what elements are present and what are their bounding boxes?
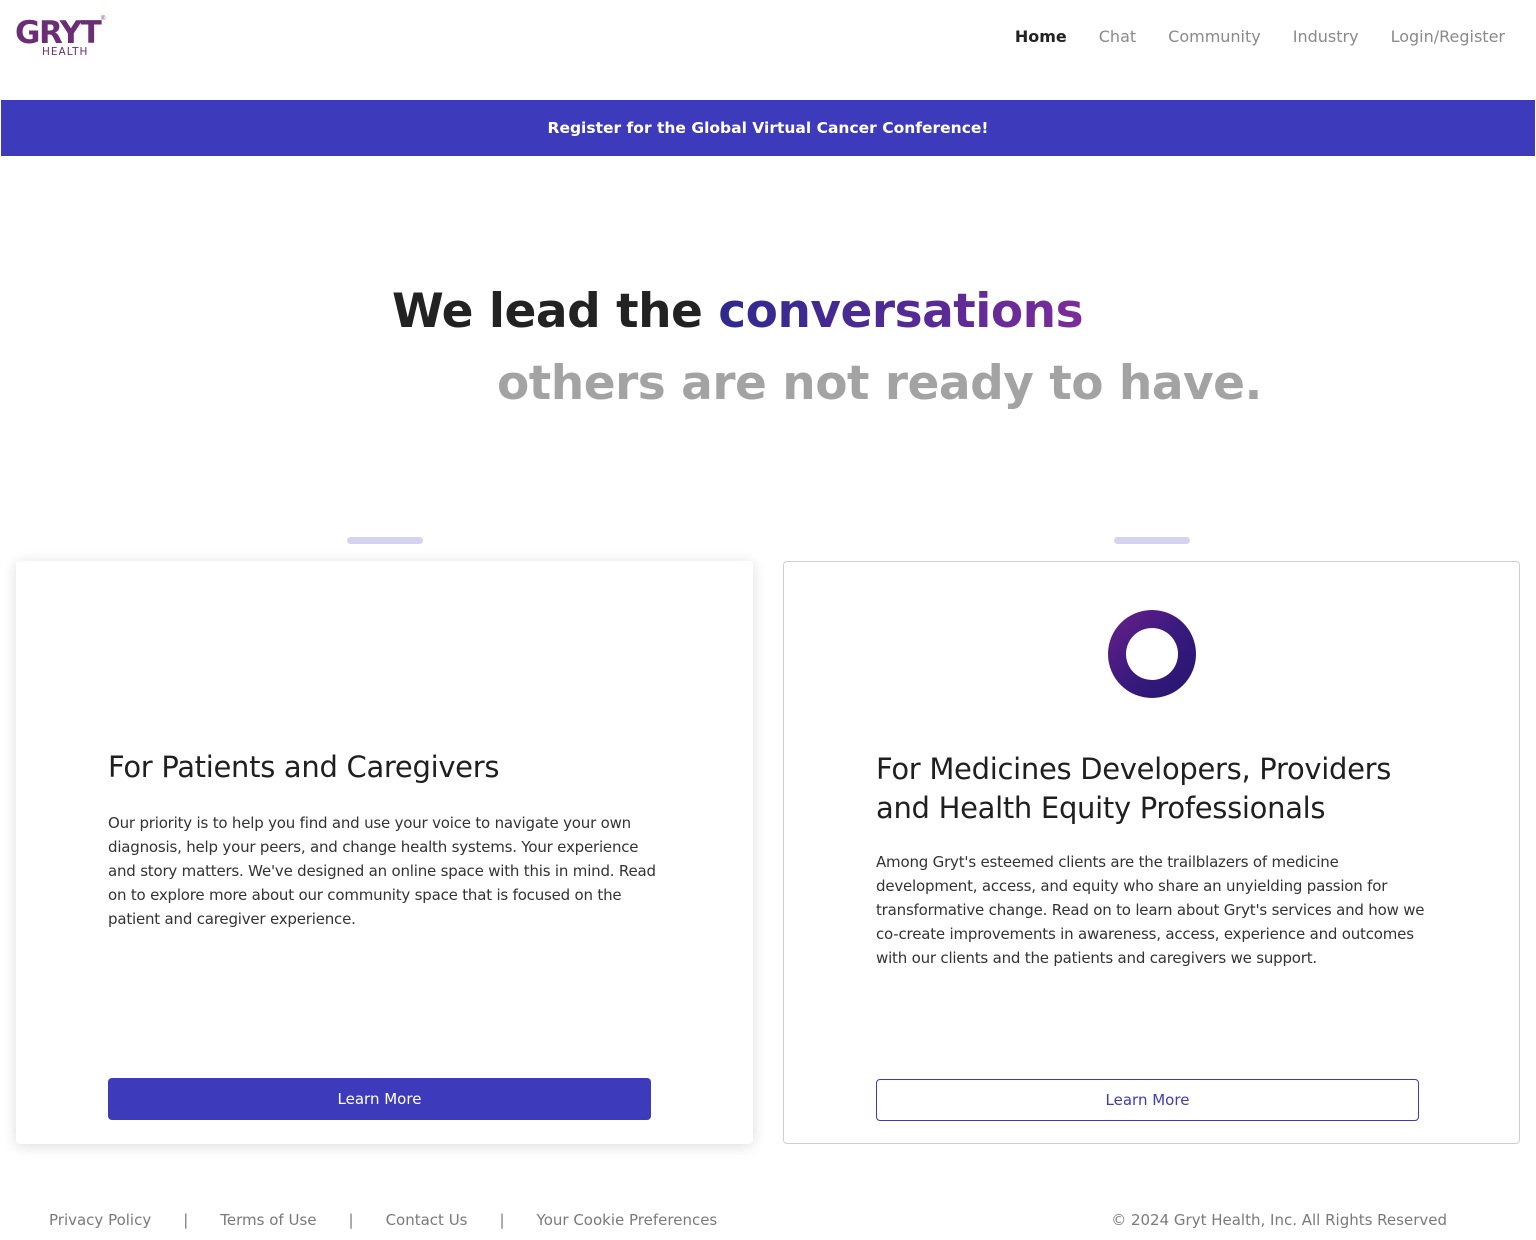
hero-accent-word: conversations [718,284,1084,339]
footer-privacy-policy[interactable]: Privacy Policy [49,1208,151,1232]
card-title: For Medicines Developers, Providers and … [876,752,1392,825]
card-industry-professionals: For Medicines Developers, Providers and … [783,561,1520,1144]
nav-login-register[interactable]: Login/Register [1391,26,1505,48]
nav-home[interactable]: Home [1015,26,1067,48]
footer-separator: | [499,1211,505,1229]
main-nav: Home Chat Community Industry Login/Regis… [1015,26,1505,48]
gryt-health-logo[interactable]: GRYT ® HEALTH [15,14,107,62]
banner-link[interactable]: Register for the Global Virtual Cancer C… [548,119,989,137]
conference-banner[interactable]: Register for the Global Virtual Cancer C… [1,100,1535,156]
learn-more-button-industry[interactable]: Learn More [876,1079,1419,1121]
logo-subtitle: HEALTH [42,46,89,58]
card-title: For Patients and Caregivers [108,750,500,784]
card-body: Among Gryt's esteemed clients are the tr… [876,853,1425,967]
learn-more-button-patients[interactable]: Learn More [108,1078,651,1120]
footer-contact-us[interactable]: Contact Us [386,1208,468,1232]
card-body: Our priority is to help you find and use… [108,814,656,928]
site-header: GRYT ® HEALTH Home Chat Community Indust… [0,0,1536,100]
ring-icon [1108,610,1196,698]
footer-links: Privacy Policy | Terms of Use | Contact … [49,1208,717,1232]
site-footer: Privacy Policy | Terms of Use | Contact … [0,1208,1536,1234]
card-indicator-industry [1114,537,1190,544]
nav-chat[interactable]: Chat [1099,26,1136,48]
footer-separator: | [183,1211,189,1229]
logo-trademark: ® [101,16,106,22]
nav-industry[interactable]: Industry [1293,26,1359,48]
footer-separator: | [348,1211,354,1229]
hero-heading-line1: We lead the conversations [392,282,1084,342]
footer-terms-of-use[interactable]: Terms of Use [220,1208,316,1232]
hero-prefix: We lead the [392,284,719,339]
nav-community[interactable]: Community [1168,26,1261,48]
footer-cookie-preferences[interactable]: Your Cookie Preferences [537,1208,718,1232]
card-indicator-patients [347,537,423,544]
footer-copyright: © 2024 Gryt Health, Inc. All Rights Rese… [1111,1211,1447,1229]
hero-heading-line2: others are not ready to have. [497,356,1262,411]
card-patients-caregivers: For Patients and Caregivers Our priority… [16,561,753,1144]
